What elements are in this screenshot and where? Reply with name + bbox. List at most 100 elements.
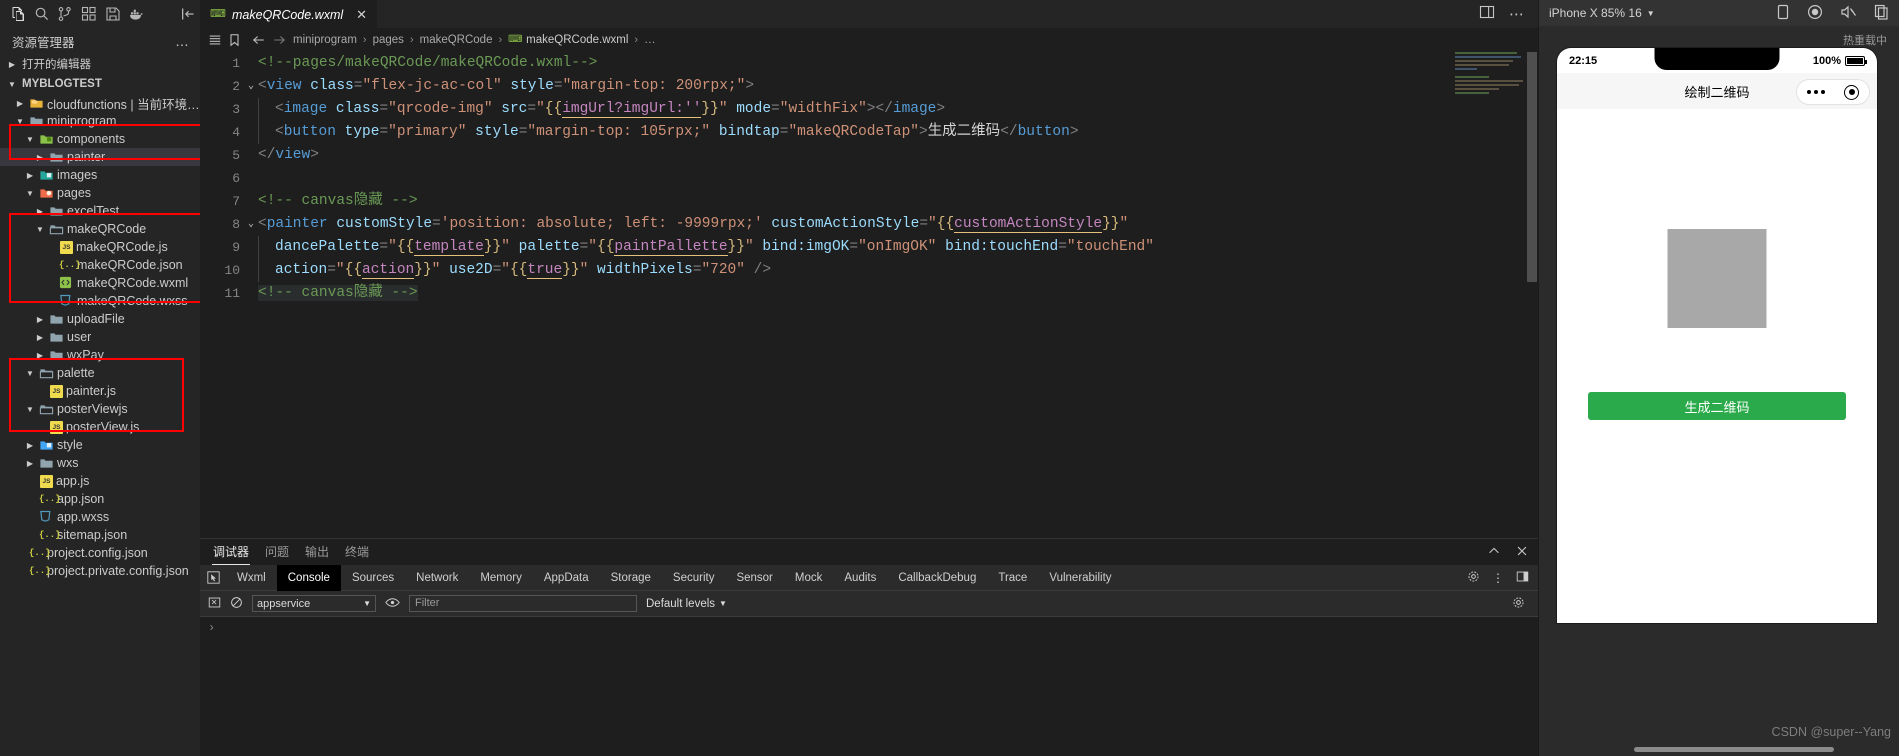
devtools-tab[interactable]: Network — [405, 565, 469, 591]
tree-item[interactable]: ▶{..}makeQRCode.json — [0, 256, 200, 274]
tree-item[interactable]: ▶ painter — [0, 148, 200, 166]
device-rotate-icon[interactable] — [1776, 4, 1790, 23]
panel-tab[interactable]: 问题 — [264, 539, 290, 565]
console-settings-icon[interactable] — [1512, 596, 1525, 612]
more-dots-icon[interactable] — [1806, 90, 1825, 94]
tree-item[interactable]: ▶app.wxss — [0, 508, 200, 526]
mute-icon[interactable] — [1840, 4, 1857, 23]
tree-item[interactable]: ▶ wxs — [0, 454, 200, 472]
more-actions-icon[interactable]: ⋯ — [1509, 5, 1525, 23]
explorer-icon[interactable] — [6, 1, 30, 27]
chevron-right-icon[interactable]: ▶ — [34, 315, 46, 324]
code-line[interactable]: 7 <!-- canvas隐藏 --> — [200, 190, 1539, 213]
devtools-tab[interactable]: Mock — [784, 565, 833, 591]
chevron-right-icon[interactable]: ▶ — [24, 459, 36, 468]
code-line[interactable]: 8 ⌄ <painter customStyle='position: absolu… — [200, 213, 1539, 236]
tree-item[interactable]: ▼ makeQRCode — [0, 220, 200, 238]
chevron-down-icon[interactable]: ▼ — [24, 369, 36, 378]
search-icon[interactable] — [30, 1, 54, 27]
fold-toggle-icon[interactable]: ⌄ — [244, 213, 258, 236]
wechat-capsule[interactable] — [1796, 79, 1870, 105]
chevron-down-icon[interactable]: ▼ — [34, 225, 46, 234]
tree-item[interactable]: ▶JSposterView.js — [0, 418, 200, 436]
generate-qrcode-button[interactable]: 生成二维码 — [1588, 392, 1846, 420]
console-levels-select[interactable]: Default levels ▼ — [646, 598, 727, 610]
bookmark-icon[interactable] — [228, 33, 241, 47]
chevron-right-icon[interactable]: ▶ — [34, 207, 46, 216]
project-root-section[interactable]: ▼ MYBLOGTEST — [0, 74, 200, 94]
tree-item[interactable]: ▶makeQRCode.wxml — [0, 274, 200, 292]
tree-item[interactable]: ▶ wxPay — [0, 346, 200, 364]
devtools-tab[interactable]: Vulnerability — [1038, 565, 1122, 591]
console-output[interactable]: › — [200, 617, 1539, 756]
chevron-up-icon[interactable] — [1487, 544, 1501, 563]
tree-item[interactable]: ▼ pages — [0, 184, 200, 202]
tree-item[interactable]: ▶{..}project.private.config.json — [0, 562, 200, 580]
close-icon[interactable]: ✕ — [356, 7, 367, 23]
tree-item[interactable]: ▶makeQRCode.wxss — [0, 292, 200, 310]
navigate-forward-icon[interactable] — [272, 33, 287, 47]
tree-item[interactable]: ▼ posterViewjs — [0, 400, 200, 418]
devtools-tab[interactable]: Sources — [341, 565, 405, 591]
source-control-icon[interactable] — [53, 1, 77, 27]
code-line[interactable]: 11 <!-- canvas隐藏 --> — [200, 282, 1539, 305]
simulator-scrollbar[interactable] — [1634, 747, 1834, 752]
docker-icon[interactable] — [125, 1, 149, 27]
chevron-right-icon[interactable]: ▶ — [34, 351, 46, 360]
code-line[interactable]: 5 </view> — [200, 144, 1539, 167]
open-editors-section[interactable]: ▶ 打开的编辑器 — [0, 54, 200, 74]
close-icon[interactable] — [1515, 544, 1529, 563]
chevron-right-icon[interactable]: ▶ — [34, 333, 46, 342]
breadcrumb-item-1[interactable]: pages — [373, 34, 404, 46]
tree-item[interactable]: ▶ excelTest — [0, 202, 200, 220]
tree-item[interactable]: ▶ images — [0, 166, 200, 184]
editor-scrollbar[interactable] — [1527, 52, 1537, 282]
devtools-tab[interactable]: Trace — [987, 565, 1038, 591]
panel-tab[interactable]: 调试器 — [212, 539, 251, 565]
tree-item[interactable]: ▼ miniprogram — [0, 112, 200, 130]
chevron-right-icon[interactable]: ▶ — [24, 171, 36, 180]
tree-item[interactable]: ▶ user — [0, 328, 200, 346]
tree-item[interactable]: ▶JSmakeQRCode.js — [0, 238, 200, 256]
devtools-tab[interactable]: Storage — [600, 565, 662, 591]
code-line[interactable]: 6 — [200, 167, 1539, 190]
tree-item[interactable]: ▶ style — [0, 436, 200, 454]
inspect-element-icon[interactable] — [200, 571, 226, 584]
devtools-tab[interactable]: Sensor — [725, 565, 783, 591]
console-filter-input[interactable]: Filter — [409, 595, 637, 612]
chevron-right-icon[interactable]: ▶ — [34, 153, 46, 162]
code-line[interactable]: 1 <!--pages/makeQRCode/makeQRCode.wxml--> — [200, 52, 1539, 75]
tree-item[interactable]: ▼ components — [0, 130, 200, 148]
tree-item[interactable]: ▶ cloudfunctions | 当前环境: blo... — [0, 94, 200, 112]
code-line[interactable]: 2 ⌄ <view class="flex-jc-ac-col" style="ma… — [200, 75, 1539, 98]
chevron-down-icon[interactable]: ▼ — [14, 117, 26, 126]
extensions-icon[interactable] — [77, 1, 101, 27]
tree-item[interactable]: ▶JSpainter.js — [0, 382, 200, 400]
dock-icon[interactable] — [1516, 570, 1529, 586]
devtools-tab[interactable]: CallbackDebug — [887, 565, 987, 591]
breadcrumb-item-3[interactable]: makeQRCode.wxml — [526, 34, 628, 46]
tree-item[interactable]: ▶{..}app.json — [0, 490, 200, 508]
devtools-tab[interactable]: Console — [276, 564, 341, 591]
chevron-right-icon[interactable]: ▶ — [24, 441, 36, 450]
breadcrumb-item-2[interactable]: makeQRCode — [420, 34, 493, 46]
settings-gear-icon[interactable] — [1467, 570, 1480, 586]
code-editor[interactable]: 1 <!--pages/makeQRCode/makeQRCode.wxml-->… — [200, 52, 1539, 538]
device-select[interactable]: iPhone X 85% 16 — [1549, 6, 1642, 20]
console-context-select[interactable]: appservice ▼ — [252, 595, 376, 612]
more-vertical-icon[interactable]: ⋮ — [1492, 571, 1504, 585]
collapse-sidebar-icon[interactable] — [176, 1, 200, 27]
breadcrumb-item-4[interactable]: … — [644, 34, 656, 46]
devtools-tab[interactable]: Audits — [833, 565, 887, 591]
editor-tab-makeqrcode-wxml[interactable]: ⌨ makeQRCode.wxml ✕ — [200, 0, 378, 28]
code-line[interactable]: 10 action="{{action}}" use2D="{{true}}" … — [200, 259, 1539, 282]
tree-item[interactable]: ▶{..}project.config.json — [0, 544, 200, 562]
chevron-down-icon[interactable]: ▼ — [24, 405, 36, 414]
code-line[interactable]: 9 dancePalette="{{template}}" palette="{… — [200, 236, 1539, 259]
record-icon[interactable] — [1807, 4, 1823, 23]
tree-item[interactable]: ▶{..}sitemap.json — [0, 526, 200, 544]
panel-tab[interactable]: 输出 — [304, 539, 330, 565]
devtools-tab[interactable]: Wxml — [226, 565, 277, 591]
code-line[interactable]: 4 <button type="primary" style="margin-t… — [200, 121, 1539, 144]
minimap[interactable] — [1455, 52, 1525, 102]
